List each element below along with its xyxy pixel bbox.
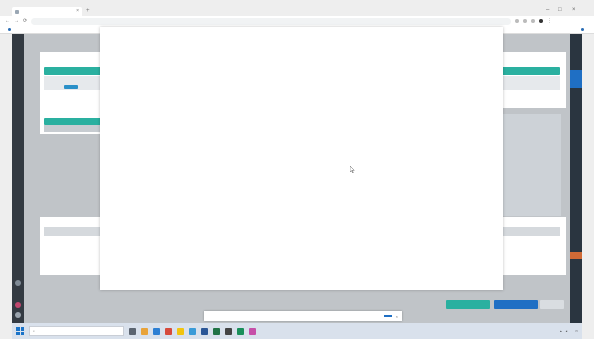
extension-icon[interactable]: [531, 19, 536, 23]
close-window-icon[interactable]: ×: [572, 7, 576, 13]
edge-icon[interactable]: [153, 327, 160, 335]
maximize-icon[interactable]: □: [558, 7, 562, 13]
cookie-close-icon[interactable]: ×: [396, 314, 398, 319]
products-row: [44, 76, 102, 90]
extension-icon[interactable]: [515, 19, 520, 23]
forward-icon[interactable]: →: [14, 18, 19, 24]
edit-button[interactable]: [64, 85, 78, 89]
primary-action-button[interactable]: [446, 300, 490, 309]
address-bar: ← → ⟳ ⋮: [0, 16, 594, 26]
network-icon[interactable]: ▴: [560, 329, 562, 333]
right-sidebar-accent[interactable]: [570, 70, 582, 88]
browser-tab[interactable]: ×: [12, 7, 82, 16]
screen: × + – □ × ← → ⟳ ⋮ × ⌕ ▴ ◂ ▭: [0, 0, 594, 339]
sidebar-icon[interactable]: [15, 280, 21, 286]
app-icon[interactable]: [249, 327, 256, 335]
excel-icon[interactable]: [213, 327, 220, 335]
word-icon[interactable]: [201, 327, 208, 335]
reload-icon[interactable]: ⟳: [23, 18, 27, 24]
totals-column: [503, 114, 561, 216]
task-view-icon[interactable]: [129, 327, 136, 335]
cookie-banner: ×: [204, 311, 402, 321]
app-icon[interactable]: [225, 327, 232, 335]
extension-icon[interactable]: [523, 19, 528, 23]
profile-icon[interactable]: [539, 19, 544, 23]
products-row-right: [502, 76, 560, 90]
tertiary-action-button[interactable]: [540, 300, 564, 309]
menu-icon[interactable]: ⋮: [547, 18, 552, 24]
back-icon[interactable]: ←: [5, 18, 10, 24]
sidebar-icon[interactable]: [15, 312, 21, 318]
mouse-cursor-icon: [350, 166, 355, 173]
favicon-icon: [15, 9, 19, 14]
file-explorer-icon[interactable]: [141, 327, 148, 335]
left-sidebar: [12, 34, 24, 323]
close-tab-icon[interactable]: ×: [76, 9, 79, 14]
minimize-icon[interactable]: –: [546, 7, 549, 13]
new-tab-button[interactable]: +: [86, 8, 90, 14]
payment-row: [44, 125, 102, 132]
bookmark-icon: [8, 28, 11, 31]
notifications-icon[interactable]: ▭: [575, 329, 578, 333]
cookie-accept-button[interactable]: [383, 315, 392, 317]
products-table-header: [44, 67, 102, 75]
right-sidebar: [570, 34, 582, 323]
right-sidebar-accent[interactable]: [570, 252, 582, 259]
windows-start-icon[interactable]: [16, 327, 24, 335]
chrome-icon[interactable]: [177, 327, 184, 335]
system-tray: ▴ ◂ ▭: [556, 329, 578, 333]
secondary-action-button[interactable]: [494, 300, 538, 309]
payment-card: [40, 108, 102, 134]
modal-dialog[interactable]: [100, 27, 503, 290]
sidebar-icon[interactable]: [15, 302, 21, 308]
taskbar: ⌕ ▴ ◂ ▭: [12, 323, 582, 339]
app-icon[interactable]: [237, 327, 244, 335]
payment-table-header: [44, 118, 102, 125]
url-field[interactable]: [31, 17, 512, 25]
products-table-header-right: [502, 67, 560, 75]
app-icon[interactable]: [189, 327, 196, 335]
bookmark-folder-icon: [581, 28, 584, 31]
volume-icon[interactable]: ◂: [566, 329, 568, 333]
search-icon: ⌕: [33, 329, 35, 333]
app-icon[interactable]: [165, 327, 172, 335]
taskbar-search[interactable]: ⌕: [29, 326, 124, 336]
